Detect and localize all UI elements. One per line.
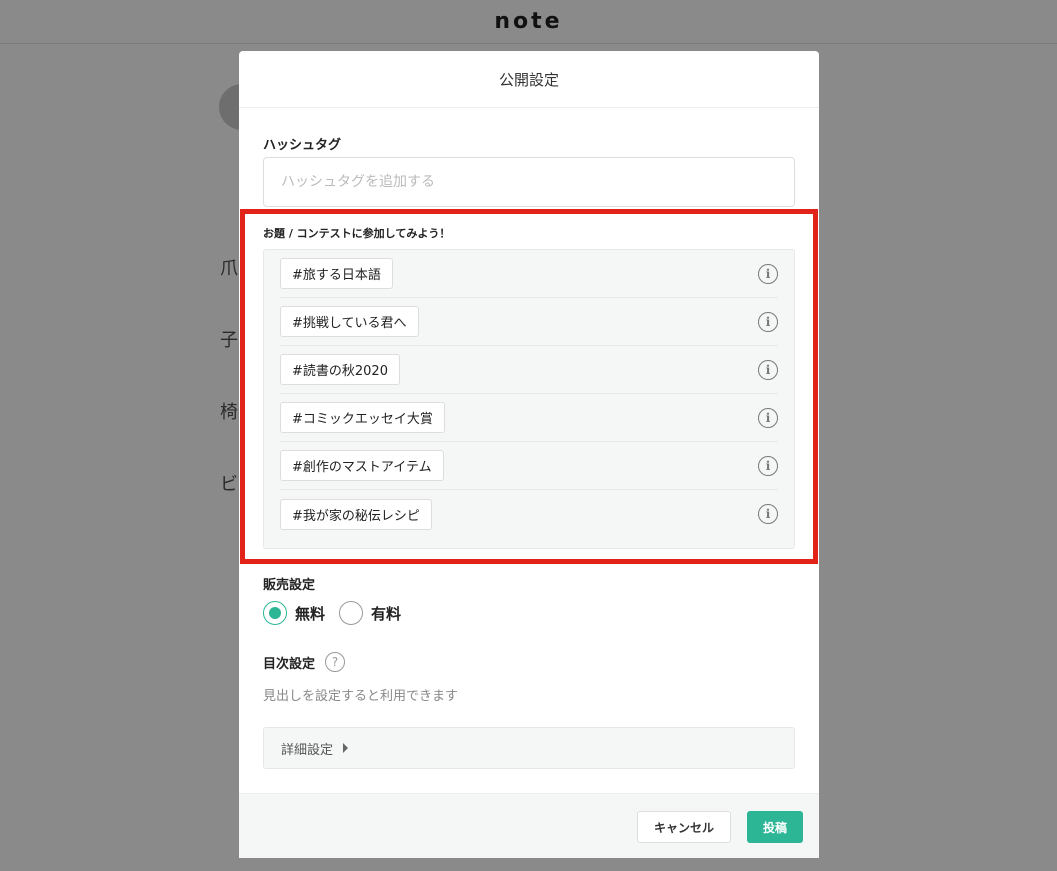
list-item: #創作のマストアイテム i xyxy=(280,442,778,490)
modal-footer: キャンセル 投稿 xyxy=(239,793,819,858)
contest-tag-chip[interactable]: #旅する日本語 xyxy=(280,258,393,289)
radio-free[interactable]: 無料 xyxy=(263,601,325,625)
caret-right-icon xyxy=(343,743,349,753)
hashtag-label: ハッシュタグ xyxy=(263,138,342,153)
hashtag-input[interactable] xyxy=(263,157,795,207)
cancel-button[interactable]: キャンセル xyxy=(637,811,731,843)
radio-paid[interactable]: 有料 xyxy=(339,601,401,625)
post-button[interactable]: 投稿 xyxy=(747,811,803,843)
info-icon[interactable]: i xyxy=(758,407,778,428)
info-icon[interactable]: i xyxy=(758,311,778,332)
sales-settings-label: 販売設定 xyxy=(263,578,316,593)
modal-title: 公開設定 xyxy=(239,51,819,108)
advanced-settings-toggle[interactable]: 詳細設定 xyxy=(263,727,795,769)
radio-label-paid: 有料 xyxy=(371,604,402,623)
help-icon[interactable]: ? xyxy=(325,652,345,672)
note-logo: note xyxy=(494,9,563,34)
radio-button[interactable] xyxy=(339,601,364,625)
info-icon[interactable]: i xyxy=(758,359,778,380)
contest-tag-chip[interactable]: #コミックエッセイ大賞 xyxy=(280,402,445,433)
contest-tag-chip[interactable]: #読書の秋2020 xyxy=(280,354,400,385)
radio-button[interactable] xyxy=(263,601,287,625)
advanced-settings-label: 詳細設定 xyxy=(281,742,334,758)
radio-selected-dot xyxy=(269,607,281,619)
background-text: 子 xyxy=(220,330,238,351)
contest-tag-chip[interactable]: #創作のマストアイテム xyxy=(280,450,444,481)
radio-label-free: 無料 xyxy=(295,604,326,623)
contest-tag-chip[interactable]: #我が家の秘伝レシピ xyxy=(280,498,432,530)
background-text: 椅 xyxy=(220,402,238,423)
toc-settings-label: 目次設定 xyxy=(263,657,316,672)
contest-title: お題 / コンテストに参加してみよう！ xyxy=(263,227,451,240)
list-item: #コミックエッセイ大賞 i xyxy=(280,394,778,442)
info-icon[interactable]: i xyxy=(758,263,778,284)
background-text: ビ xyxy=(220,474,238,495)
toc-description: 見出しを設定すると利用できます xyxy=(263,689,459,704)
list-item: #読書の秋2020 i xyxy=(280,346,778,394)
contest-tag-list: #旅する日本語 i #挑戦している君へ i #読書の秋2020 i #コミックエ… xyxy=(263,249,795,549)
list-item: #旅する日本語 i xyxy=(280,250,778,298)
info-icon[interactable]: i xyxy=(758,504,778,524)
app-header: note xyxy=(0,0,1057,44)
sales-radio-group: 無料 有料 xyxy=(263,601,407,625)
publish-settings-modal: 公開設定 ハッシュタグ お題 / コンテストに参加してみよう！ #旅する日本語 … xyxy=(239,51,819,858)
info-icon[interactable]: i xyxy=(758,455,778,476)
list-item: #我が家の秘伝レシピ i xyxy=(280,490,778,538)
background-text: 爪 xyxy=(220,258,238,279)
contest-tag-chip[interactable]: #挑戦している君へ xyxy=(280,306,419,337)
list-item: #挑戦している君へ i xyxy=(280,298,778,346)
